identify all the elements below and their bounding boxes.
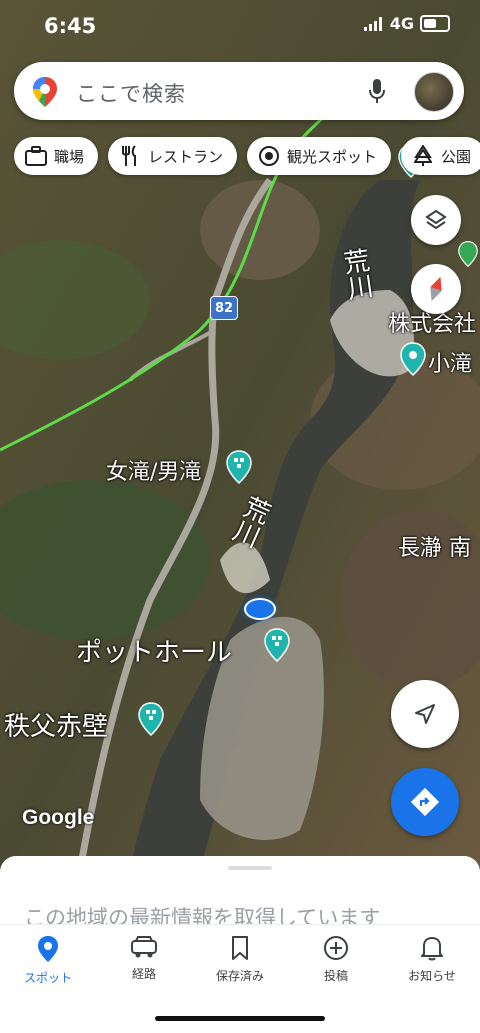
nav-contribute[interactable]: 投稿 [288, 925, 384, 995]
chip-park[interactable]: 公園 [401, 137, 480, 175]
chip-restaurant[interactable]: レストラン [108, 137, 238, 175]
compass-button[interactable] [411, 264, 461, 314]
nav-saved[interactable]: 保存済み [192, 925, 288, 995]
my-location-button[interactable] [391, 680, 459, 748]
car-icon [131, 936, 157, 958]
compass-icon [430, 276, 442, 302]
nav-go[interactable]: 経路 [96, 925, 192, 995]
metaki-label[interactable]: 女滝/男滝 [106, 454, 201, 486]
layers-button[interactable] [411, 195, 461, 245]
pothole-label[interactable]: ポットホール [76, 632, 232, 669]
navigation-arrow-icon [415, 704, 435, 724]
nav-label: 投稿 [323, 969, 348, 983]
park-poi-icon[interactable] [458, 240, 478, 268]
chip-workplace[interactable]: 職場 [14, 137, 99, 175]
chip-label: レストラン [148, 147, 224, 166]
current-location-dot [244, 598, 276, 620]
nav-label: 経路 [131, 967, 156, 981]
sheet-drag-handle[interactable] [228, 866, 272, 870]
metaki-poi-icon[interactable] [226, 450, 252, 484]
nagatoro-label: 長瀞 南 [398, 536, 471, 561]
road-number-text: 82 [214, 300, 234, 316]
search-bar[interactable]: ここで検索 [14, 62, 464, 120]
signal-icon [363, 16, 382, 31]
category-chips: 職場 レストラン 観光スポット 公園 [14, 137, 480, 175]
camera-icon [257, 144, 281, 168]
nav-explore[interactable]: スポット [0, 925, 96, 995]
google-attribution: Google [22, 806, 95, 829]
home-indicator[interactable] [155, 1016, 325, 1021]
battery-icon [420, 15, 450, 32]
chip-label: 公園 [441, 147, 472, 166]
chip-label: 職場 [54, 147, 85, 166]
status-bar: 6:45 4G [0, 0, 480, 52]
layers-icon [425, 209, 447, 230]
road-number-badge: 82 [210, 296, 238, 320]
network-type: 4G [389, 14, 414, 33]
chip-sightseeing[interactable]: 観光スポット [247, 137, 392, 175]
bell-icon [421, 937, 443, 961]
kotaki-label[interactable]: 小滝 [428, 346, 472, 378]
fork-knife-icon [118, 144, 142, 168]
directions-icon [410, 787, 440, 817]
search-placeholder[interactable]: ここで検索 [76, 78, 186, 108]
pothole-poi-icon[interactable] [264, 628, 290, 662]
nav-updates[interactable]: お知らせ [384, 925, 480, 995]
nav-label: お知らせ [408, 969, 456, 983]
status-indicators: 4G [363, 14, 450, 33]
briefcase-icon [24, 144, 48, 168]
directions-button[interactable] [391, 768, 459, 836]
account-avatar[interactable] [414, 72, 454, 112]
microphone-icon[interactable] [368, 78, 386, 104]
bottom-navigation: スポット 経路 保存済み 投稿 お知らせ [0, 924, 480, 995]
location-pin-icon [38, 936, 58, 962]
chichibu-poi-icon[interactable] [138, 702, 164, 736]
nav-label: スポット [23, 971, 72, 985]
chip-label: 観光スポット [287, 147, 378, 166]
chichibu-label[interactable]: 秩父赤壁 [4, 706, 108, 743]
google-maps-logo-icon [33, 77, 57, 107]
kotaki-poi-icon[interactable] [400, 342, 426, 376]
plus-circle-icon [324, 936, 348, 960]
nav-label: 保存済み [215, 969, 264, 983]
river-label-top: 荒川 [337, 246, 375, 302]
status-time: 6:45 [44, 14, 97, 38]
bookmark-icon [232, 936, 248, 960]
tree-icon [411, 144, 435, 168]
